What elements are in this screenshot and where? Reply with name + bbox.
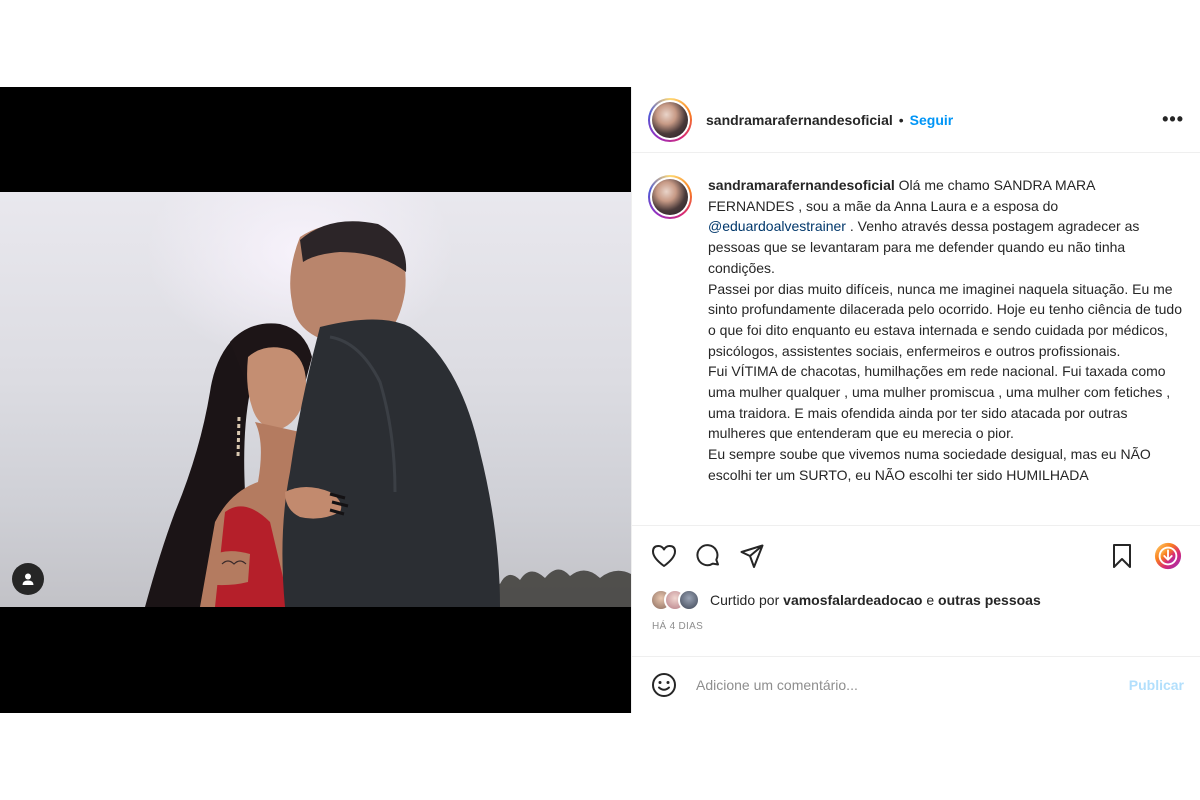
caption-username[interactable]: sandramarafernandesoficial bbox=[708, 177, 895, 193]
share-icon[interactable] bbox=[738, 542, 766, 570]
caption-text: sandramarafernandesoficial Olá me chamo … bbox=[708, 175, 1184, 525]
couple-photo-illustration bbox=[145, 221, 631, 607]
liked-by-join: e bbox=[922, 592, 939, 608]
avatar[interactable] bbox=[648, 97, 692, 142]
liker-avatar[interactable] bbox=[678, 589, 700, 611]
action-bar bbox=[632, 525, 1200, 585]
separator-dot: • bbox=[898, 111, 904, 128]
post-header: sandramarafernandesoficial • Seguir ••• bbox=[632, 87, 1200, 153]
emoji-icon[interactable] bbox=[650, 671, 678, 699]
post-side-panel: sandramarafernandesoficial • Seguir ••• … bbox=[631, 87, 1200, 713]
heart-icon[interactable] bbox=[650, 542, 678, 570]
caption-paragraph-2: Passei por dias muito difíceis, nunca me… bbox=[708, 280, 1182, 359]
bookmark-icon[interactable] bbox=[1108, 542, 1136, 570]
post-photo bbox=[0, 192, 631, 607]
comment-bar: Publicar bbox=[632, 656, 1200, 713]
follow-button[interactable]: Seguir bbox=[910, 112, 954, 128]
publish-button[interactable]: Publicar bbox=[1129, 677, 1184, 693]
header-username[interactable]: sandramarafernandesoficial bbox=[706, 112, 893, 128]
caption-area: sandramarafernandesoficial Olá me chamo … bbox=[632, 153, 1200, 525]
caption-mention-link[interactable]: @eduardoalvestrainer bbox=[708, 218, 846, 234]
caption-paragraph-4: Eu sempre soube que vivemos numa socieda… bbox=[708, 446, 1151, 483]
more-icon[interactable]: ••• bbox=[1162, 109, 1184, 130]
caption-avatar[interactable] bbox=[648, 175, 692, 219]
caption-paragraph-3: Fui VÍTIMA de chacotas, humilhações em r… bbox=[708, 363, 1171, 442]
comment-icon[interactable] bbox=[694, 542, 722, 570]
comment-input[interactable] bbox=[696, 677, 1129, 693]
post-media[interactable] bbox=[0, 87, 631, 713]
likes-row: Curtido por vamosfalardeadocao e outras … bbox=[632, 585, 1200, 615]
tag-user-icon[interactable] bbox=[12, 563, 44, 595]
liked-by-others-link[interactable]: outras pessoas bbox=[938, 592, 1041, 608]
post-date[interactable]: HÁ 4 DIAS bbox=[632, 615, 1200, 645]
download-icon[interactable] bbox=[1154, 542, 1182, 570]
liked-by-prefix: Curtido por bbox=[710, 592, 784, 608]
liked-by-text: Curtido por vamosfalardeadocao e outras … bbox=[710, 592, 1041, 608]
liked-by-user-link[interactable]: vamosfalardeadocao bbox=[783, 592, 922, 608]
